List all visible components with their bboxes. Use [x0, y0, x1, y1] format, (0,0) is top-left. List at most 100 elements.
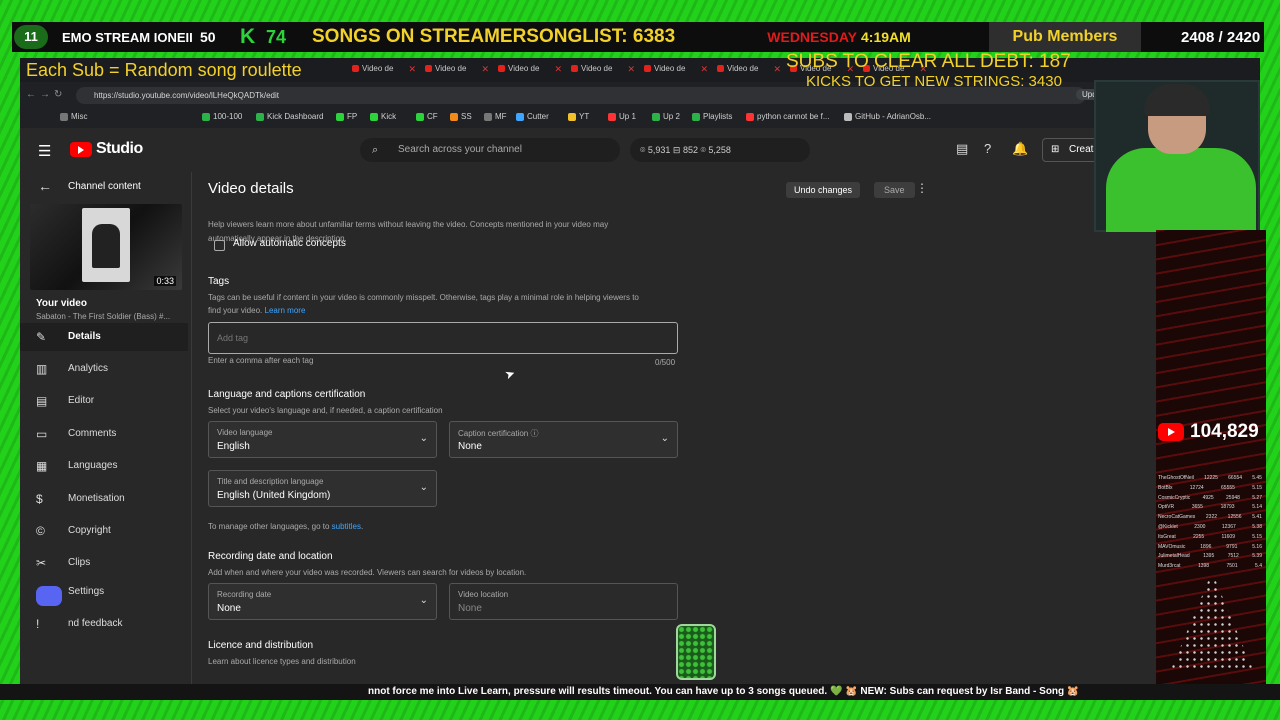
sidebar-item-monetisation[interactable]: $ Monetisation	[20, 485, 188, 513]
leaderboard-cell: BotBlx	[1158, 484, 1173, 491]
reload-icon[interactable]: ↻	[54, 89, 62, 100]
sidebar-item-icon: ✂	[36, 556, 47, 570]
leaderboard-cell: 5.16	[1252, 543, 1262, 550]
sidebar-item-label: nd feedback	[68, 618, 123, 629]
close-tab-icon[interactable]: ✕	[627, 64, 635, 75]
close-tab-icon[interactable]: ✕	[408, 64, 416, 75]
browser-tab[interactable]: Video de ✕	[644, 64, 708, 78]
video-language-select[interactable]: Video language English ⌄	[208, 421, 437, 458]
recording-heading: Recording date and location	[208, 551, 333, 562]
chevron-down-icon: ⌄	[419, 595, 428, 606]
recording-date-select[interactable]: Recording date None ⌄	[208, 583, 437, 620]
leaderboard-cell: 7501	[1226, 563, 1238, 570]
leaderboard-row: JulimetalHead 1395 7512 5.39	[1158, 552, 1262, 562]
bookmark-label: Cutter	[527, 112, 549, 121]
bookmark-icon	[416, 112, 424, 121]
tab-strip: Each Sub = Random song roulette Video de…	[20, 51, 1260, 90]
url-field[interactable]: https://studio.youtube.com/video/lLHeQkQ…	[76, 87, 1086, 104]
subtitles-link[interactable]: subtitles	[332, 522, 361, 531]
ticker-text: nnot force me into Live Learn, pressure …	[368, 686, 1080, 697]
sidebar-item-clips[interactable]: ✂ Clips	[20, 549, 188, 577]
channel-content-link[interactable]: Channel content	[68, 181, 141, 192]
video-location-input[interactable]: Video location None	[449, 583, 678, 620]
save-button[interactable]: Save	[874, 182, 915, 198]
close-tab-icon[interactable]: ✕	[700, 64, 708, 75]
browser-window: Each Sub = Random song roulette Video de…	[20, 51, 1260, 684]
tag-input[interactable]: Add tag	[208, 322, 678, 354]
sidebar-item-editor[interactable]: ▤ Editor	[20, 387, 188, 415]
sidebar-item-label: Comments	[68, 428, 117, 439]
bookmark-item[interactable]: Kick Dashboard	[256, 112, 323, 121]
number-badge: 11	[14, 25, 48, 49]
create-icon: ⊞	[1051, 144, 1060, 155]
sidebar-item-label: Clips	[68, 557, 91, 568]
captions-icon[interactable]: ▤	[956, 141, 968, 157]
bookmark-label: Playlists	[703, 112, 733, 121]
bookmark-item[interactable]: Playlists	[692, 112, 732, 121]
allow-concepts-checkbox[interactable]	[214, 240, 225, 251]
leaderboard-cell: 1896	[1200, 543, 1212, 550]
browser-tab[interactable]: Video de ✕	[571, 64, 635, 78]
bookmark-icon	[336, 112, 344, 121]
search-placeholder: Search across your channel	[398, 144, 522, 155]
caption-certification-select[interactable]: Caption certification ⓘ None ⌄	[449, 421, 678, 458]
browser-tab[interactable]: Video de ✕	[352, 64, 416, 78]
youtube-favicon-icon	[644, 65, 651, 73]
leaderboard-cell: Murd3rcat	[1158, 563, 1181, 570]
hamburger-menu-icon[interactable]: ☰	[38, 142, 51, 160]
video-thumbnail[interactable]: 0:33	[30, 204, 182, 290]
chevron-down-icon: ⌄	[660, 433, 669, 444]
back-arrow-icon[interactable]: ←	[38, 178, 52, 194]
undo-changes-button[interactable]: Undo changes	[786, 182, 861, 198]
bookmark-label: SS	[461, 112, 472, 121]
browser-tab[interactable]: Video de ✕	[498, 64, 562, 78]
bookmark-item[interactable]: python cannot be f...	[746, 112, 830, 121]
bookmark-item[interactable]: Up 2	[652, 112, 680, 121]
close-tab-icon[interactable]: ✕	[554, 64, 562, 75]
bookmark-item[interactable]: YT	[568, 112, 589, 121]
bookmark-item[interactable]: Cutter	[516, 112, 549, 121]
more-options-icon[interactable]: ⋮	[916, 181, 928, 195]
bookmark-label: MF	[495, 112, 507, 121]
leaderboard-cell: 5.15	[1252, 484, 1262, 491]
forward-icon[interactable]: →	[40, 89, 50, 100]
search-input[interactable]: ⌕ Search across your channel	[360, 138, 620, 162]
studio-logo[interactable]: Studio	[70, 140, 143, 158]
video-language-label: Video language	[217, 428, 273, 437]
sidebar-item-analytics[interactable]: ▥ Analytics	[20, 355, 188, 383]
stream-label: EMO STREAM IONEII	[62, 29, 193, 45]
video-details-panel: Video details Undo changes Save ⋮ Help v…	[192, 172, 1156, 684]
close-tab-icon[interactable]: ✕	[773, 64, 781, 75]
browser-tab[interactable]: Video de ✕	[425, 64, 489, 78]
close-tab-icon[interactable]: ✕	[481, 64, 489, 75]
youtube-logo-icon	[70, 141, 92, 157]
bookmark-item[interactable]: GitHub - AdrianOsb...	[844, 112, 931, 121]
bookmark-item[interactable]: Kick	[370, 112, 396, 121]
back-icon[interactable]: ←	[26, 89, 36, 100]
leaderboard-cell: 5.27	[1252, 494, 1262, 501]
help-icon[interactable]: ?	[984, 141, 991, 156]
bookmark-item[interactable]: Misc	[60, 112, 87, 121]
sidebar-item-details[interactable]: ✎ Details	[20, 323, 188, 351]
browser-tab[interactable]: Video de ✕	[717, 64, 781, 78]
title-language-select[interactable]: Title and description language English (…	[208, 470, 437, 507]
bookmark-item[interactable]: CF	[416, 112, 438, 121]
bookmark-item[interactable]: FP	[336, 112, 357, 121]
sidebar-item-nd-feedback[interactable]: ! nd feedback	[20, 610, 188, 638]
notifications-icon[interactable]: 🔔	[1012, 141, 1028, 157]
bookmark-item[interactable]: SS	[450, 112, 472, 121]
youtube-studio-app: ☰ Studio ⌕ Search across your channel ⌾ …	[20, 128, 1156, 684]
sidebar-item-icon: ✎	[36, 330, 47, 344]
sidebar-item-languages[interactable]: ▦ Languages	[20, 452, 188, 480]
sidebar-item-label: Details	[68, 331, 101, 342]
bookmark-icon	[746, 112, 754, 121]
tab-label: Video de	[654, 64, 686, 73]
sidebar-item-copyright[interactable]: © Copyright	[20, 517, 188, 545]
leaderboard-row: Murd3rcat 1398 7501 5.4	[1158, 562, 1262, 572]
bookmark-item[interactable]: 100-100	[202, 112, 242, 121]
sidebar-item-label: Monetisation	[68, 493, 125, 504]
sidebar-item-comments[interactable]: ▭ Comments	[20, 420, 188, 448]
learn-more-link[interactable]: Learn more	[265, 306, 306, 315]
bookmark-item[interactable]: MF	[484, 112, 507, 121]
bookmark-item[interactable]: Up 1	[608, 112, 636, 121]
